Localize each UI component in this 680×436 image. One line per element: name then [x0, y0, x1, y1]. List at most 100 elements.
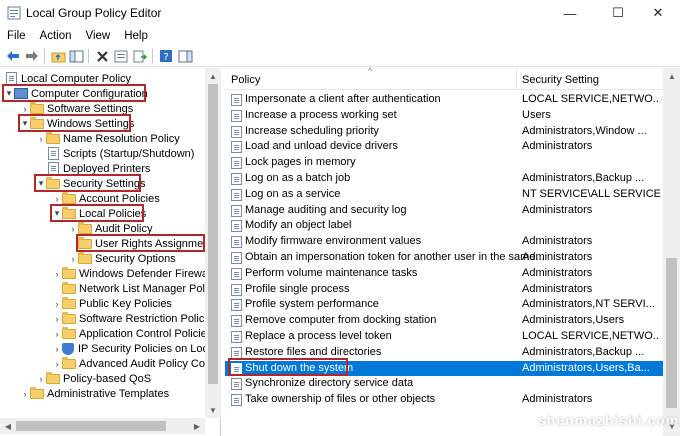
tree-vertical-scrollbar[interactable]: ▲ ▼ — [205, 68, 221, 418]
folder-icon — [30, 386, 44, 399]
policy-name: Log on as a batch job — [245, 172, 351, 184]
scroll-left-icon[interactable]: ◀ — [0, 418, 16, 434]
table-row[interactable]: Load and unload device drivers Administra… — [225, 139, 663, 154]
minimize-button[interactable]: — — [548, 0, 592, 26]
policy-name: Perform volume maintenance tasks — [245, 266, 418, 279]
table-row[interactable]: Increase scheduling priority Administrato… — [225, 124, 663, 139]
table-row[interactable]: Synchronize directory service data — [225, 376, 663, 391]
scrollbar-thumb[interactable] — [208, 84, 218, 384]
tree-horizontal-scrollbar[interactable]: ◀ ▶ — [0, 418, 205, 434]
ip-security-icon — [62, 342, 74, 355]
menu-view[interactable]: View — [79, 30, 118, 42]
scrollbar-thumb[interactable] — [16, 421, 166, 431]
menu-action[interactable]: Action — [33, 30, 79, 42]
properties-icon[interactable] — [113, 48, 129, 64]
highlight-shut-down-the-system — [228, 358, 348, 376]
folder-icon — [62, 281, 76, 294]
forward-icon[interactable] — [24, 48, 40, 64]
security-setting: Administrators — [522, 282, 593, 295]
tree-item-public-key-policies[interactable]: › Public Key Policies — [52, 296, 172, 311]
table-row[interactable]: Modify firmware environment values Admini… — [225, 234, 663, 249]
policy-icon — [231, 157, 242, 170]
security-setting: Administrators,Backup ... — [522, 345, 645, 358]
show-hide-tree-icon[interactable] — [68, 48, 84, 64]
chevron-right-icon[interactable]: › — [68, 254, 78, 264]
scroll-down-icon[interactable]: ▼ — [205, 402, 221, 418]
show-pane-icon[interactable] — [177, 48, 193, 64]
security-setting: NT SERVICE\ALL SERVICES — [522, 187, 660, 200]
policy-name: Lock pages in memory — [245, 156, 356, 169]
table-row[interactable]: Impersonate a client after authenticatio… — [225, 92, 663, 107]
tree-item-ip-security-policies[interactable]: › IP Security Policies on Local — [52, 341, 217, 356]
menu-file[interactable]: File — [0, 30, 33, 42]
policy-icon — [231, 315, 242, 328]
policy-icon — [231, 94, 242, 106]
security-setting: LOCAL SERVICE,NETWO... — [522, 93, 660, 105]
tree-item-security-options[interactable]: › Security Options — [68, 251, 176, 266]
table-row[interactable]: Perform volume maintenance tasks Administ… — [225, 266, 663, 281]
tree-item-policy-based-qos[interactable]: › Policy-based QoS — [36, 371, 151, 386]
chevron-right-icon[interactable]: › — [52, 269, 62, 279]
column-header-policy[interactable]: Policy — [231, 74, 260, 86]
chevron-right-icon[interactable]: › — [52, 314, 62, 324]
folder-icon — [62, 311, 76, 324]
tree-item-network-list-manager[interactable]: Network List Manager Policie — [62, 281, 220, 296]
chevron-right-icon[interactable]: › — [52, 359, 62, 369]
chevron-right-icon[interactable]: › — [52, 329, 62, 339]
policy-icon — [231, 252, 242, 264]
chevron-right-icon[interactable]: › — [20, 104, 30, 114]
tree-item-scripts[interactable]: Scripts (Startup/Shutdown) — [46, 146, 194, 161]
table-row[interactable]: Obtain an impersonation token for anothe… — [225, 250, 663, 265]
scrollbar-thumb[interactable] — [666, 258, 677, 408]
chevron-right-icon[interactable]: › — [52, 344, 62, 354]
policy-icon — [231, 346, 242, 359]
chevron-right-icon[interactable]: › — [52, 299, 62, 309]
tree-item-label: Policy-based QoS — [63, 372, 152, 385]
policy-icon — [231, 299, 242, 312]
tree-item-windows-defender-firewall[interactable]: › Windows Defender Firewall w — [52, 266, 220, 281]
scroll-up-icon[interactable]: ▲ — [664, 68, 680, 84]
table-row[interactable]: Profile system performance Administrators… — [225, 297, 663, 312]
table-row[interactable]: Log on as a service NT SERVICE\ALL SERVIC… — [225, 187, 663, 202]
table-row[interactable]: Lock pages in memory — [225, 155, 663, 170]
table-row[interactable]: Profile single process Administrators — [225, 282, 663, 297]
chevron-right-icon[interactable]: › — [20, 389, 30, 399]
folder-icon — [62, 266, 76, 279]
security-setting: Administrators,Window ... — [522, 124, 647, 137]
chevron-right-icon[interactable]: › — [36, 134, 46, 144]
table-row[interactable]: Remove computer from docking station Admi… — [225, 313, 663, 328]
close-button[interactable]: ✕ — [636, 0, 680, 26]
table-row[interactable]: Log on as a batch job Administrators,Back… — [225, 171, 663, 186]
chevron-right-icon[interactable]: › — [36, 374, 46, 384]
scroll-up-icon[interactable]: ▲ — [205, 68, 221, 84]
policy-name: Remove computer from docking station — [245, 314, 437, 327]
table-row[interactable]: Replace a process level token LOCAL SERVI… — [225, 329, 663, 344]
window-title: Local Group Policy Editor — [26, 6, 162, 20]
tree-item-application-control-policies[interactable]: › Application Control Policies — [52, 326, 212, 341]
policy-icon — [231, 125, 242, 138]
scroll-right-icon[interactable]: ▶ — [189, 418, 205, 434]
back-icon[interactable] — [5, 48, 21, 64]
menu-help[interactable]: Help — [117, 30, 155, 42]
table-row[interactable]: Increase a process working set Users — [225, 108, 663, 123]
table-row[interactable]: Take ownership of files or other objects… — [225, 392, 663, 407]
chevron-right-icon[interactable]: › — [68, 224, 78, 234]
export-list-icon[interactable] — [132, 48, 148, 64]
column-header-security-setting[interactable]: Security Setting — [522, 74, 599, 86]
policy-name: Modify an object label — [245, 219, 352, 232]
chevron-right-icon[interactable]: › — [52, 194, 62, 204]
tree-item-name-resolution-policy[interactable]: › Name Resolution Policy — [36, 131, 180, 146]
table-row[interactable]: Manage auditing and security log Administ… — [225, 203, 663, 218]
help-icon[interactable]: ? — [158, 48, 174, 64]
security-setting: Administrators — [522, 140, 593, 153]
table-row[interactable]: Modify an object label — [225, 218, 663, 233]
tree-item-administrative-templates[interactable]: › Administrative Templates — [20, 386, 169, 401]
up-folder-icon[interactable] — [50, 48, 66, 64]
column-divider[interactable] — [516, 68, 517, 90]
delete-icon[interactable] — [94, 48, 110, 64]
list-vertical-scrollbar[interactable]: ▲ ▼ — [663, 68, 680, 436]
tree-item-advanced-audit-policy[interactable]: › Advanced Audit Policy Conf — [52, 356, 214, 371]
maximize-button[interactable]: ☐ — [596, 0, 640, 26]
toolbar-separator — [152, 49, 153, 63]
tree-item-software-restriction-policies[interactable]: › Software Restriction Policies — [52, 311, 218, 326]
